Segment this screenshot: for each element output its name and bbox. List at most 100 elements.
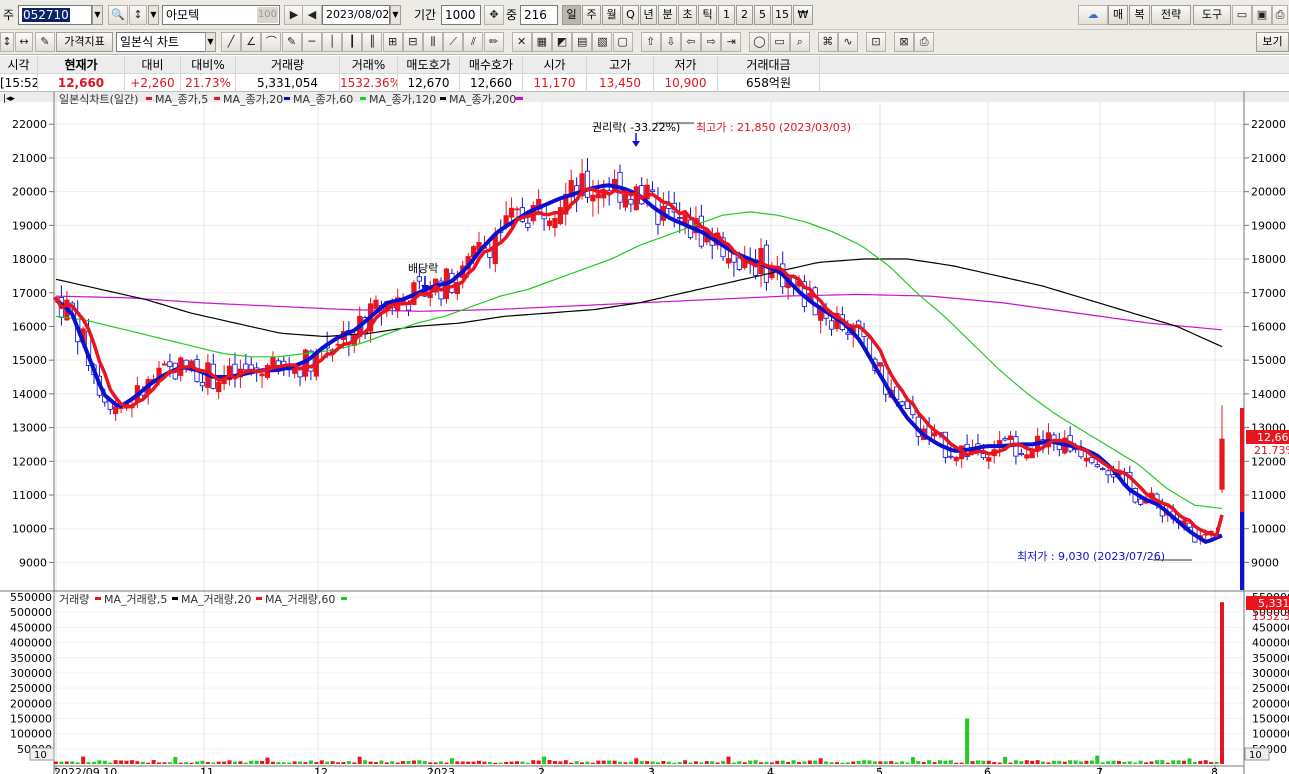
date-input[interactable]: 2023/08/02 xyxy=(322,5,390,25)
stock-code-input[interactable]: 052710 xyxy=(18,5,92,25)
tool-up-icon[interactable]: ⇧ xyxy=(640,32,661,52)
tool-rect-icon[interactable]: ▢ xyxy=(612,32,633,52)
tool-down-icon[interactable]: ⇩ xyxy=(660,32,681,52)
code-dropdown-icon[interactable]: ▼ xyxy=(92,5,103,25)
tool-box2-icon[interactable]: ⊟ xyxy=(402,32,423,52)
history-dropdown-icon[interactable]: ▼ xyxy=(148,5,159,25)
tool-pen-icon[interactable]: ✎ xyxy=(281,32,302,52)
tool-wave-icon[interactable]: ∿ xyxy=(838,32,858,52)
tool-hatch-icon[interactable]: ▧ xyxy=(592,32,613,52)
right-button-1[interactable]: 복 xyxy=(1129,5,1150,25)
volume-bar xyxy=(466,761,471,764)
timeframe-button-2[interactable]: 월 xyxy=(602,5,621,25)
volume-bar xyxy=(363,760,368,764)
timeframe-button-12[interactable]: ₩ xyxy=(793,5,813,25)
timeframe-button-7[interactable]: 틱 xyxy=(698,5,717,25)
candle-body xyxy=(980,453,986,459)
volume-bar xyxy=(981,760,986,764)
tool-right-icon[interactable]: ⇨ xyxy=(701,32,722,52)
volume-bar xyxy=(390,761,395,764)
date-dropdown-icon[interactable]: ▼ xyxy=(390,5,401,25)
quote-value-9: 13,450 xyxy=(587,74,654,92)
price-tick-label-right: 16000 xyxy=(1251,320,1286,333)
tool-square-icon[interactable]: ▭ xyxy=(769,32,790,52)
tool-bars-icon[interactable]: ⫼ xyxy=(423,32,443,52)
volume-bar xyxy=(1024,760,1029,764)
tool-list-icon[interactable]: ▤ xyxy=(572,32,593,52)
volume-bar xyxy=(672,762,677,764)
tool-delete-icon[interactable]: ⊠ xyxy=(894,32,914,52)
candle-body xyxy=(595,193,601,199)
tool-print-icon[interactable]: ⎙ xyxy=(914,32,935,52)
tool-vline-icon[interactable]: │ xyxy=(322,32,342,52)
next-arrow-icon[interactable]: ▶ xyxy=(284,5,304,25)
timeframe-button-1[interactable]: 주 xyxy=(582,5,601,25)
volume-bar xyxy=(167,762,172,764)
chart-type-dropdown-icon[interactable]: ▼ xyxy=(205,32,216,52)
tool-fill-icon[interactable]: ◩ xyxy=(552,32,572,52)
tool-left-icon[interactable]: ⇦ xyxy=(681,32,701,52)
print-icon[interactable]: ⎙ xyxy=(1272,5,1288,25)
tool-frame-icon[interactable]: ⊡ xyxy=(866,32,886,52)
stock-chart[interactable]: |◂▸ 22000 22000 21000 21000 20000 20000 19000 1… xyxy=(0,92,1289,774)
timeframe-button-6[interactable]: 초 xyxy=(678,5,697,25)
volume-bar xyxy=(1111,760,1116,764)
timeframe-button-9[interactable]: 2 xyxy=(736,5,753,25)
volume-bar xyxy=(395,762,400,764)
left-right-icon[interactable]: ↔ xyxy=(15,32,33,52)
tool-circle-icon[interactable]: ◯ xyxy=(749,32,770,52)
tool-box-icon[interactable]: ⊞ xyxy=(382,32,403,52)
stock-name-field[interactable]: 아모텍 100 xyxy=(162,5,280,25)
timeframe-button-10[interactable]: 5 xyxy=(754,5,771,25)
tool-line-icon[interactable]: ╱ xyxy=(221,32,241,52)
timeframe-button-3[interactable]: Q xyxy=(622,5,639,25)
tool-settings-icon[interactable]: ⌘ xyxy=(817,32,838,52)
indicator-button[interactable]: 가격지표 xyxy=(56,32,113,52)
volume-bar xyxy=(157,762,162,764)
timeframe-button-0[interactable]: 일 xyxy=(562,5,581,25)
chart-type-select[interactable]: 일본식 차트 xyxy=(116,32,206,52)
candle-body xyxy=(1002,437,1008,441)
right-button-2[interactable]: 전략 xyxy=(1151,5,1191,25)
tool-angle-icon[interactable]: ∠ xyxy=(241,32,262,52)
timeframe-button-5[interactable]: 분 xyxy=(658,5,677,25)
up-down-icon[interactable]: ↕ xyxy=(0,32,14,52)
volume-bar xyxy=(1013,760,1018,764)
tool-channel-icon[interactable]: ⫽ xyxy=(463,32,484,52)
tool-tab-icon[interactable]: ⇥ xyxy=(721,32,742,52)
tool-vlines-icon[interactable]: ║ xyxy=(362,32,383,52)
timeframe-button-11[interactable]: 15 xyxy=(772,5,792,25)
timeframe-button-4[interactable]: 년 xyxy=(640,5,657,25)
sort-icon[interactable]: ↕ xyxy=(129,5,147,25)
volume-bar xyxy=(1089,760,1094,764)
prev-arrow-icon[interactable]: ◀ xyxy=(302,5,322,25)
chart-svg[interactable]: |◂▸ 22000 22000 21000 21000 20000 20000 19000 1… xyxy=(0,92,1289,774)
view-button[interactable]: 보기 xyxy=(1256,32,1289,52)
tool-pencil-icon[interactable]: ✏ xyxy=(483,32,504,52)
tool-hline-icon[interactable]: ─ xyxy=(301,32,322,52)
volume-bar xyxy=(1084,760,1089,764)
tool-trend-icon[interactable]: ⟋ xyxy=(443,32,464,52)
tool-vline2-icon[interactable]: ┃ xyxy=(342,32,363,52)
folder-icon[interactable]: ▭ xyxy=(1232,5,1252,25)
count-input[interactable]: 216 xyxy=(520,5,558,25)
cloud-icon[interactable]: ☁ xyxy=(1078,5,1108,25)
period-input[interactable]: 1000 xyxy=(441,5,481,25)
candle-body xyxy=(1018,453,1024,456)
tool-zoom-icon[interactable]: ⌕ xyxy=(789,32,810,52)
right-button-3[interactable]: 도구 xyxy=(1193,5,1231,25)
collapse-icon[interactable]: |◂▸ xyxy=(3,94,16,104)
search-icon[interactable]: 🔍 xyxy=(108,5,128,25)
tool-arc-icon[interactable]: ⌒ xyxy=(261,32,282,52)
volume-bar xyxy=(1003,756,1008,764)
save-icon[interactable]: ▣ xyxy=(1252,5,1272,25)
expand-icon[interactable]: ✥ xyxy=(484,5,504,25)
candle-body xyxy=(1105,470,1111,476)
tool-erase-icon[interactable]: ✕ xyxy=(511,32,532,52)
timeframe-button-8[interactable]: 1 xyxy=(718,5,735,25)
volume-bar xyxy=(97,760,102,764)
tool-grid-icon[interactable]: ▦ xyxy=(531,32,552,52)
right-button-0[interactable]: 매 xyxy=(1108,5,1128,25)
volume-bar xyxy=(357,756,362,764)
edit-icon[interactable]: ✎ xyxy=(35,32,55,52)
